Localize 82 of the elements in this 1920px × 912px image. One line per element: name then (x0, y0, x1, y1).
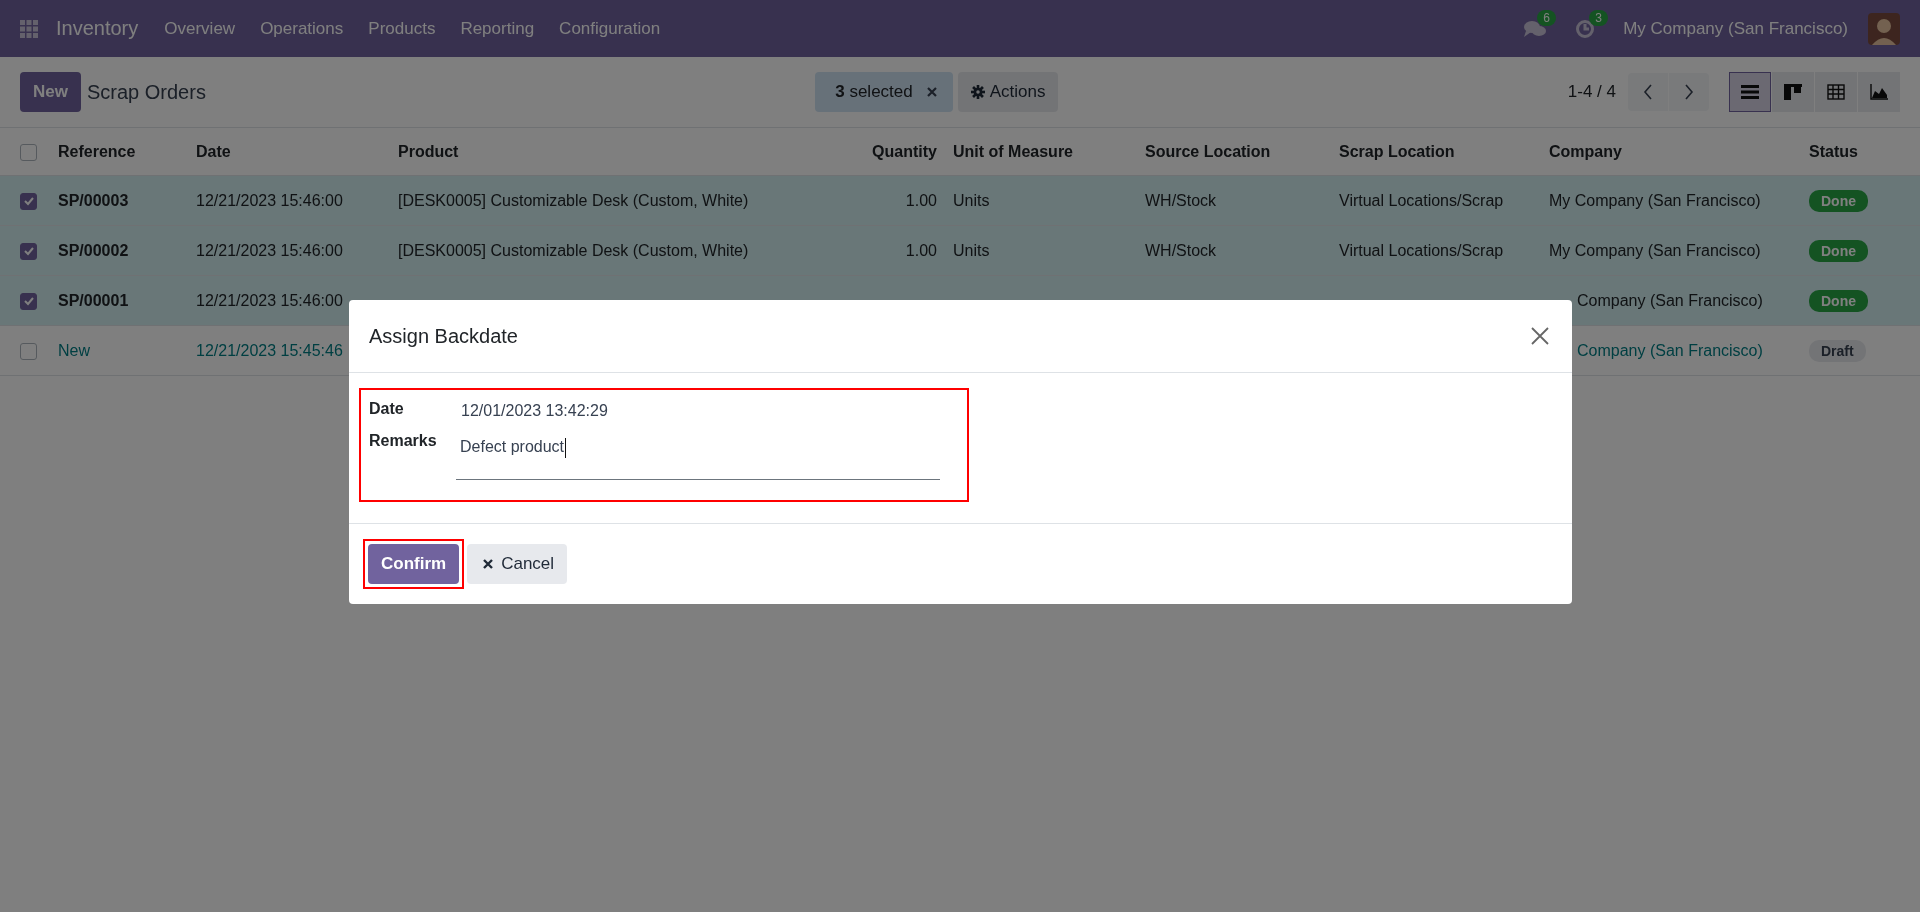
table-cell: SP/00003 (58, 191, 129, 209)
column-header[interactable]: Company (1549, 142, 1622, 160)
activity-count: 3 (1589, 9, 1608, 26)
app-name[interactable]: Inventory (56, 17, 139, 40)
checkmark-icon (22, 245, 35, 258)
chevron-right-icon (1684, 84, 1694, 100)
cancel-button[interactable]: Cancel (467, 544, 568, 584)
table-cell: Company (San Francisco) (1577, 341, 1763, 359)
table-cell: Virtual Locations/Scrap (1339, 191, 1504, 209)
field-label: Date (369, 399, 405, 418)
table-cell: WH/Stock (1145, 191, 1217, 209)
table-cell: My Company (San Francisco) (1549, 241, 1761, 259)
table-cell: 1.00 (905, 191, 937, 209)
select-all-checkbox[interactable] (20, 143, 37, 161)
dialog-title: Assign Backdate (369, 324, 518, 348)
status-badge: Done (1809, 189, 1868, 212)
column-header[interactable]: Source Location (1145, 142, 1271, 160)
area-chart-icon (1870, 84, 1888, 100)
view-switch-button[interactable] (1772, 72, 1814, 112)
view-switch-button[interactable] (1858, 72, 1900, 112)
column-header[interactable]: Date (196, 142, 231, 160)
column-header[interactable]: Product (398, 142, 459, 160)
selection-count: 3 selected (835, 82, 913, 102)
kanban-icon (1784, 84, 1802, 100)
table-cell: 12/21/2023 15:46:00 (196, 191, 343, 209)
column-header[interactable]: Scrap Location (1339, 142, 1455, 160)
table-cell: [DESK0005] Customizable Desk (Custom, White) (398, 191, 749, 209)
pager-value: 1-4 / 4 (1567, 82, 1616, 102)
chevron-left-icon (1643, 84, 1653, 100)
table-cell: Virtual Locations/Scrap (1339, 241, 1504, 259)
actions-button[interactable]: Actions (957, 72, 1059, 112)
list-icon (1741, 84, 1759, 100)
table-cell: Units (953, 241, 990, 259)
table-grid-icon (1827, 84, 1845, 100)
row-checkbox[interactable] (20, 292, 37, 310)
table-cell: 1.00 (905, 241, 937, 259)
menu-item[interactable]: Overview (164, 18, 236, 39)
avatar-icon[interactable] (1868, 12, 1900, 45)
next-button[interactable] (1669, 73, 1709, 111)
page-title: Scrap Orders (86, 80, 206, 104)
menu-item[interactable]: Configuration (559, 18, 661, 39)
message-count: 6 (1537, 9, 1556, 26)
close-icon[interactable] (1531, 327, 1549, 345)
table-cell: Company (San Francisco) (1577, 291, 1763, 309)
date-value[interactable]: 12/01/2023 13:42:29 (461, 398, 608, 420)
close-icon[interactable] (926, 87, 937, 97)
column-header[interactable]: Unit of Measure (953, 142, 1073, 160)
table-cell: 12/21/2023 15:45:46 (196, 341, 343, 359)
table-cell: SP/00001 (58, 291, 129, 309)
table-cell: SP/00002 (58, 241, 129, 259)
table-cell: 12/21/2023 15:46:00 (196, 241, 343, 259)
menu-item[interactable]: Reporting (460, 18, 535, 39)
table-cell: WH/Stock (1145, 241, 1217, 259)
row-checkbox[interactable] (20, 342, 37, 360)
menu-item[interactable]: Products (368, 18, 436, 39)
status-badge: Done (1809, 289, 1868, 312)
checkmark-icon (22, 295, 35, 308)
row-checkbox[interactable] (20, 192, 37, 210)
close-icon (483, 559, 494, 569)
column-header[interactable]: Status (1809, 142, 1858, 160)
gear-icon (970, 85, 985, 99)
confirm-button[interactable]: Confirm (368, 544, 460, 584)
table-cell: Units (953, 191, 990, 209)
clock-icon[interactable] (1575, 18, 1596, 39)
table-cell: My Company (San Francisco) (1549, 191, 1761, 209)
apps-grid-icon[interactable] (20, 19, 38, 38)
menu-item[interactable]: Operations (260, 18, 344, 39)
row-checkbox[interactable] (20, 242, 37, 260)
checkmark-icon (22, 195, 35, 208)
field-label: Remarks (369, 431, 438, 450)
view-switch-button[interactable] (1815, 72, 1857, 112)
status-badge: Draft (1809, 339, 1866, 362)
new-button[interactable]: New (20, 72, 81, 112)
column-header[interactable]: Quantity (872, 142, 937, 160)
table-cell: [DESK0005] Customizable Desk (Custom, White) (398, 241, 749, 259)
view-switch-button[interactable] (1729, 72, 1771, 112)
table-cell: New (58, 341, 90, 359)
status-badge: Done (1809, 239, 1868, 262)
column-header[interactable]: Reference (58, 142, 136, 160)
remarks-field[interactable]: Defect product (456, 430, 940, 480)
company-switcher[interactable]: My Company (San Francisco) (1623, 18, 1848, 39)
table-cell: 12/21/2023 15:46:00 (196, 291, 343, 309)
